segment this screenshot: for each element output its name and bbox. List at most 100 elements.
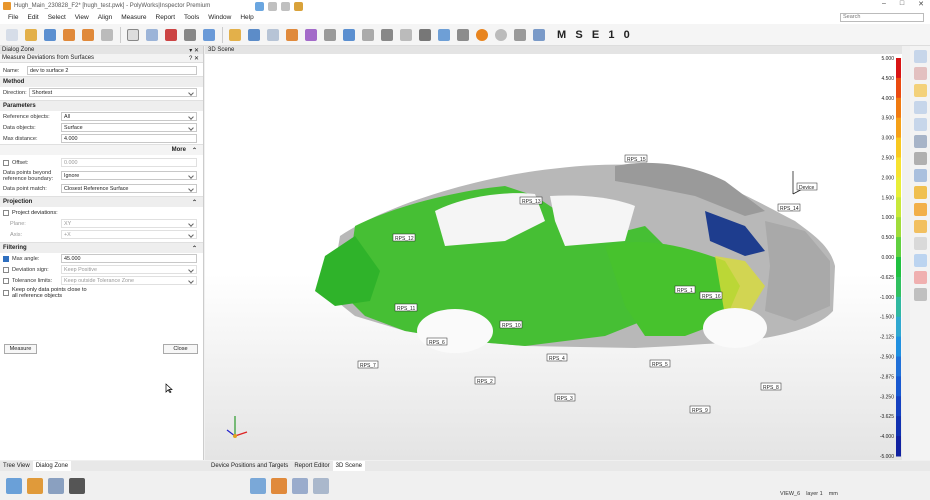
help-icon[interactable]: ? ✕ <box>189 55 199 62</box>
open-icon[interactable] <box>22 26 39 43</box>
rotate-icon[interactable] <box>913 67 927 80</box>
project-checkbox[interactable] <box>3 209 9 216</box>
mode-m[interactable]: M <box>557 29 566 41</box>
menu-file[interactable]: File <box>8 14 18 21</box>
menu-tools[interactable]: Tools <box>184 14 199 21</box>
direction-select[interactable]: Shortest <box>29 88 197 97</box>
face-icon[interactable] <box>913 84 927 97</box>
menu-view[interactable]: View <box>75 14 89 21</box>
deviation-sign-select[interactable]: Keep Positive <box>61 265 197 274</box>
view-icon[interactable] <box>913 135 927 148</box>
maximize-icon[interactable]: □ <box>900 0 904 8</box>
rps-label[interactable]: RPS_16 <box>699 291 723 300</box>
caliper-icon[interactable] <box>321 26 338 43</box>
undo-icon[interactable] <box>60 26 77 43</box>
menu-select[interactable]: Select <box>48 14 66 21</box>
compare-tool-icon[interactable] <box>48 477 64 494</box>
tracker-tool-icon[interactable] <box>313 477 329 494</box>
plane-select[interactable]: XY <box>61 219 197 228</box>
save-icon[interactable] <box>41 26 58 43</box>
rps-label[interactable]: RPS_5 <box>649 359 671 368</box>
video-icon[interactable] <box>511 26 528 43</box>
view-status[interactable]: VIEW_6 <box>780 491 800 497</box>
tab-3d-scene[interactable]: 3D Scene <box>332 461 366 471</box>
align-icon[interactable] <box>200 26 217 43</box>
measure-icon[interactable] <box>913 237 927 250</box>
menu-align[interactable]: Align <box>98 14 112 21</box>
gear-icon[interactable] <box>913 152 927 165</box>
target-tool-icon[interactable] <box>27 477 43 494</box>
select-icon[interactable] <box>913 271 927 284</box>
layer-status[interactable]: layer 1 <box>806 491 823 497</box>
name-field[interactable]: dev to surface 2 <box>27 66 197 75</box>
zoom-in-icon[interactable] <box>913 50 927 63</box>
device-icon[interactable] <box>143 26 160 43</box>
close-icon[interactable]: ✕ <box>918 0 924 8</box>
3d-viewport[interactable]: RPS_1 RPS_2 RPS_3 RPS_4 RPS_5 RPS_6 RPS_… <box>205 46 902 460</box>
mesh-icon[interactable] <box>264 26 281 43</box>
refresh-icon[interactable] <box>98 26 115 43</box>
table-icon[interactable] <box>435 26 452 43</box>
snapshot-icon[interactable] <box>454 26 471 43</box>
collapse-icon[interactable]: ⌃ <box>192 245 197 252</box>
match-select[interactable]: Closest Reference Surface <box>61 184 197 193</box>
hand-icon[interactable] <box>913 254 927 267</box>
report-icon[interactable] <box>124 26 141 43</box>
gauge-icon[interactable] <box>359 26 376 43</box>
scan-tool-icon[interactable] <box>250 477 266 494</box>
undo-icon[interactable] <box>268 2 277 11</box>
surface-icon[interactable] <box>378 26 395 43</box>
offset-checkbox[interactable] <box>3 159 9 166</box>
rps-label[interactable]: RPS_6 <box>426 337 448 346</box>
lock-icon[interactable] <box>913 288 927 301</box>
clapper-icon[interactable] <box>69 477 85 494</box>
points-icon[interactable] <box>245 26 262 43</box>
tolerance-select[interactable]: Keep outside Tolerance Zone <box>61 276 197 285</box>
menu-report[interactable]: Report <box>156 14 176 21</box>
color-map-icon[interactable] <box>913 203 927 216</box>
chart-icon[interactable] <box>530 26 547 43</box>
tab-device-positions[interactable]: Device Positions and Targets <box>208 461 291 471</box>
data-objects-select[interactable]: Surface <box>61 123 197 132</box>
rps-label[interactable]: RPS_11 <box>394 303 418 312</box>
tab-dialog-zone[interactable]: Dialog Zone <box>32 461 72 471</box>
rps-label[interactable]: RPS_1 <box>674 285 696 294</box>
pin-icon[interactable]: ▾ ✕ <box>189 47 199 54</box>
probe-tool-icon[interactable] <box>6 477 22 494</box>
units-status[interactable]: mm <box>829 491 838 497</box>
save-icon[interactable] <box>255 2 264 11</box>
rps-label[interactable]: RPS_14 <box>777 203 801 212</box>
axis-select[interactable]: +X <box>61 230 197 239</box>
rps-label[interactable]: RPS_13 <box>519 196 543 205</box>
text-icon[interactable] <box>397 26 414 43</box>
new-icon[interactable] <box>3 26 20 43</box>
reference-select[interactable]: All <box>61 112 197 121</box>
spiral-tool-icon[interactable] <box>271 477 287 494</box>
cube-icon[interactable] <box>226 26 243 43</box>
rps-label[interactable]: RPS_9 <box>689 405 711 414</box>
display-icon[interactable] <box>913 186 927 199</box>
offset-field[interactable]: 0.000 <box>61 158 197 167</box>
minimize-icon[interactable]: – <box>882 0 886 8</box>
3d-scene-panel[interactable]: 3D Scene RPS_1 RPS_2 RPS_3 RPS_4 RPS_5 R… <box>205 46 902 460</box>
search-input[interactable]: Search <box>840 13 924 22</box>
beyond-select[interactable]: Ignore <box>61 171 197 180</box>
record-icon[interactable] <box>492 26 509 43</box>
plane-icon[interactable] <box>302 26 319 43</box>
redo-icon[interactable] <box>281 2 290 11</box>
scanner-icon[interactable] <box>181 26 198 43</box>
more-toggle[interactable]: More ⌃ <box>0 144 203 155</box>
measure-button[interactable]: Measure <box>4 344 37 354</box>
mode-0[interactable]: 0 <box>624 29 630 41</box>
mode-1[interactable]: 1 <box>608 29 614 41</box>
max-angle-field[interactable]: 45.000 <box>61 254 197 263</box>
folder-icon[interactable] <box>294 2 303 11</box>
cube-view-icon[interactable] <box>913 169 927 182</box>
mode-e[interactable]: E <box>592 29 599 41</box>
rps-label[interactable]: RPS_2 <box>474 376 496 385</box>
cross-section-icon[interactable] <box>340 26 357 43</box>
keep-checkbox[interactable] <box>3 290 9 296</box>
arm-tool-icon[interactable] <box>292 477 308 494</box>
redo-icon[interactable] <box>79 26 96 43</box>
zoom-icon[interactable] <box>913 118 927 131</box>
